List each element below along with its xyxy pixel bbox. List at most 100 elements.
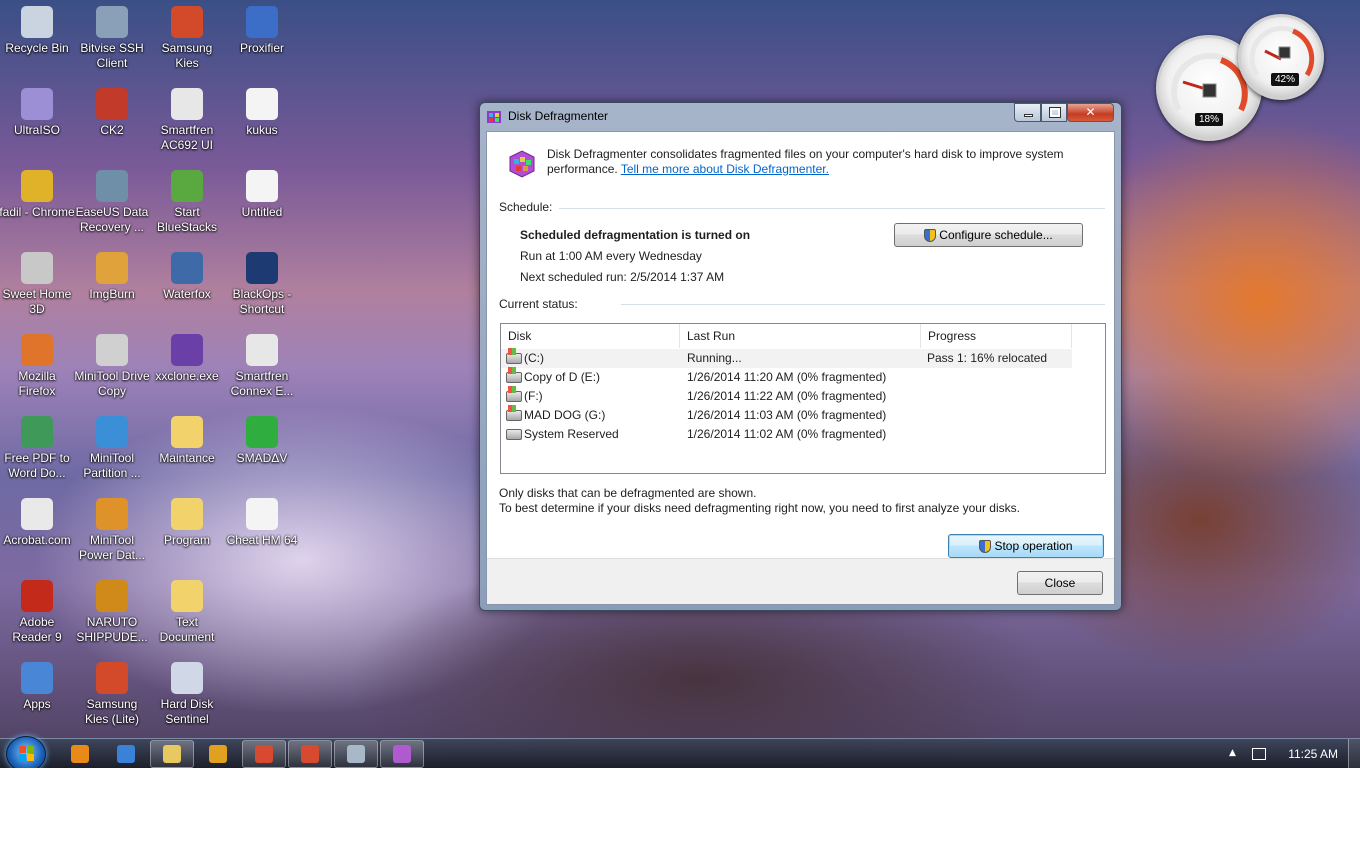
app-icon xyxy=(21,170,53,202)
desktop-icon-minitool-partition[interactable]: MiniTool Partition ... xyxy=(74,410,150,481)
app-icon xyxy=(171,88,203,120)
desktop-icon-label: Adobe Reader 9 xyxy=(12,615,62,644)
close-window-button[interactable]: ✕ xyxy=(1067,103,1114,122)
desktop-icon-fadil-chrome[interactable]: fadil - Chrome xyxy=(0,164,75,220)
close-button[interactable]: Close xyxy=(1017,571,1103,595)
start-button[interactable] xyxy=(6,736,46,768)
media-player-icon xyxy=(71,745,89,763)
desktop-icon-maintance[interactable]: Maintance xyxy=(149,410,225,466)
desktop-icon-apps[interactable]: Apps xyxy=(0,656,75,712)
app-icon xyxy=(246,88,278,120)
desktop-icon-samsung-kies[interactable]: Samsung Kies xyxy=(149,0,225,71)
show-desktop-button[interactable] xyxy=(1348,739,1360,768)
desktop-icon-label: Free PDF to Word Do... xyxy=(4,451,70,480)
taskbar-item[interactable] xyxy=(58,740,102,768)
desktop-icon-label: Sweet Home 3D xyxy=(2,287,72,316)
app-icon xyxy=(246,416,278,448)
taskbar-item[interactable] xyxy=(380,740,424,768)
app-icon xyxy=(21,662,53,694)
drive-icon xyxy=(506,429,522,440)
desktop-icon-kukus[interactable]: kukus xyxy=(224,82,300,138)
desktop-icon-blackops-shortcut[interactable]: BlackOps - Shortcut xyxy=(224,246,300,317)
app-icon xyxy=(246,170,278,202)
disk-list[interactable]: Disk Last Run Progress (C:) Running... Pas… xyxy=(500,323,1106,474)
desktop-icon-free-pdf-to-word-do[interactable]: Free PDF to Word Do... xyxy=(0,410,75,481)
desktop-icon-ck2[interactable]: CK2 xyxy=(74,82,150,138)
memory-meter-gadget[interactable]: 42% xyxy=(1238,14,1324,100)
desktop-icon-smartfren-ac692-ui[interactable]: Smartfren AC692 UI xyxy=(149,82,225,153)
column-header-last-run[interactable]: Last Run xyxy=(680,324,921,348)
desktop-icon-program[interactable]: Program xyxy=(149,492,225,548)
clock[interactable]: 11:25 AM xyxy=(1288,747,1338,761)
taskbar-item[interactable] xyxy=(288,740,332,768)
desktop-icon-cheat-hm-64[interactable]: Cheat HM 64 xyxy=(224,492,300,548)
desktop-icon-smad-v[interactable]: SMADΔV xyxy=(224,410,300,466)
desktop-icon-acrobat-com[interactable]: Acrobat.com xyxy=(0,492,75,548)
desktop-icon-mozilla-firefox[interactable]: Mozilla Firefox xyxy=(0,328,75,399)
disk-name: System Reserved xyxy=(524,427,619,441)
desktop-icon-minitool-drive-copy[interactable]: MiniTool Drive Copy xyxy=(74,328,150,399)
desktop-icon-start-bluestacks[interactable]: Start BlueStacks xyxy=(149,164,225,235)
disk-row[interactable]: (F:) 1/26/2014 11:22 AM (0% fragmented) xyxy=(501,386,1072,406)
desktop-icon-text-document[interactable]: Text Document xyxy=(149,574,225,645)
app-icon xyxy=(171,416,203,448)
desktop-icon-samsung-kies-lite[interactable]: Samsung Kies (Lite) xyxy=(74,656,150,727)
disk-row[interactable]: Copy of D (E:) 1/26/2014 11:20 AM (0% fra… xyxy=(501,367,1072,387)
desktop-icon-adobe-reader-9[interactable]: Adobe Reader 9 xyxy=(0,574,75,645)
bluetooth-icon xyxy=(209,745,227,763)
window-client-area: Disk Defragmenter consolidates fragmente… xyxy=(486,131,1115,605)
desktop-icon-ultraiso[interactable]: UltraISO xyxy=(0,82,75,138)
disk-name: (C:) xyxy=(524,351,544,365)
desktop-icon-naruto-shippude[interactable]: NARUTO SHIPPUDE... xyxy=(74,574,150,645)
desktop-icon-recycle-bin[interactable]: Recycle Bin xyxy=(0,0,75,56)
taskbar-item[interactable] xyxy=(196,740,240,768)
drive-icon xyxy=(506,386,522,402)
column-header-disk[interactable]: Disk xyxy=(501,324,680,348)
defrag-icon xyxy=(487,111,501,123)
taskbar-item[interactable] xyxy=(104,740,148,768)
desktop-icon-easeus-data-recovery[interactable]: EaseUS Data Recovery ... xyxy=(74,164,150,235)
desktop-icon-minitool-power-dat[interactable]: MiniTool Power Dat... xyxy=(74,492,150,563)
schedule-divider xyxy=(559,208,1105,209)
desktop-icon-label: Hard Disk Sentinel xyxy=(160,697,214,726)
taskbar-item[interactable] xyxy=(242,740,286,768)
chrome-icon xyxy=(255,745,273,763)
desktop-icon-hard-disk-sentinel[interactable]: Hard Disk Sentinel xyxy=(149,656,225,727)
desktop-icon-smartfren-connex-e[interactable]: Smartfren Connex E... xyxy=(224,328,300,399)
desktop-icon-label: Samsung Kies xyxy=(161,41,213,70)
explorer-icon xyxy=(163,745,181,763)
desktop-icon-proxifier[interactable]: Proxifier xyxy=(224,0,300,56)
app-icon xyxy=(21,580,53,612)
learn-more-link[interactable]: Tell me more about Disk Defragmenter. xyxy=(621,162,829,176)
desktop-icon-untitled[interactable]: Untitled xyxy=(224,164,300,220)
disk-row[interactable]: (C:) Running... Pass 1: 16% relocated xyxy=(501,348,1072,368)
desktop-icon-label: Cheat HM 64 xyxy=(226,533,298,547)
app-icon xyxy=(171,498,203,530)
disk-row[interactable]: System Reserved 1/26/2014 11:02 AM (0% fr… xyxy=(501,425,1072,444)
desktop-icon-label: Mozilla Firefox xyxy=(18,369,56,398)
taskbar-item[interactable] xyxy=(150,740,194,768)
desktop-icon-sweet-home-3d[interactable]: Sweet Home 3D xyxy=(0,246,75,317)
app-icon xyxy=(96,580,128,612)
dialog-footer: Close xyxy=(487,558,1114,604)
stop-operation-button[interactable]: Stop operation xyxy=(948,534,1104,558)
taskbar: ▲ 11:25 AM xyxy=(0,736,1360,768)
schedule-next: Next scheduled run: 2/5/2014 1:37 AM xyxy=(520,270,725,284)
app-icon xyxy=(21,6,53,38)
taskbar-item[interactable] xyxy=(334,740,378,768)
maximize-button[interactable] xyxy=(1041,103,1067,122)
desktop-icon-label: Acrobat.com xyxy=(3,533,71,547)
desktop-icon-bitvise-ssh-client[interactable]: Bitvise SSH Client xyxy=(74,0,150,71)
show-hidden-icons-button[interactable]: ▲ xyxy=(1229,748,1236,758)
desktop-icon-xxclone-exe[interactable]: xxclone.exe xyxy=(149,328,225,384)
column-header-progress[interactable]: Progress xyxy=(921,324,1072,348)
app-icon xyxy=(246,6,278,38)
disk-row[interactable]: MAD DOG (G:) 1/26/2014 11:03 AM (0% fragm… xyxy=(501,405,1072,425)
desktop-icon-waterfox[interactable]: Waterfox xyxy=(149,246,225,302)
cpu-value: 18% xyxy=(1195,113,1224,126)
network-icon[interactable] xyxy=(1252,748,1266,760)
minimize-button[interactable] xyxy=(1014,103,1041,122)
configure-schedule-button[interactable]: Configure schedule... xyxy=(894,223,1083,247)
desktop-icon-label: Smartfren AC692 UI xyxy=(160,123,214,152)
desktop-icon-imgburn[interactable]: ImgBurn xyxy=(74,246,150,302)
